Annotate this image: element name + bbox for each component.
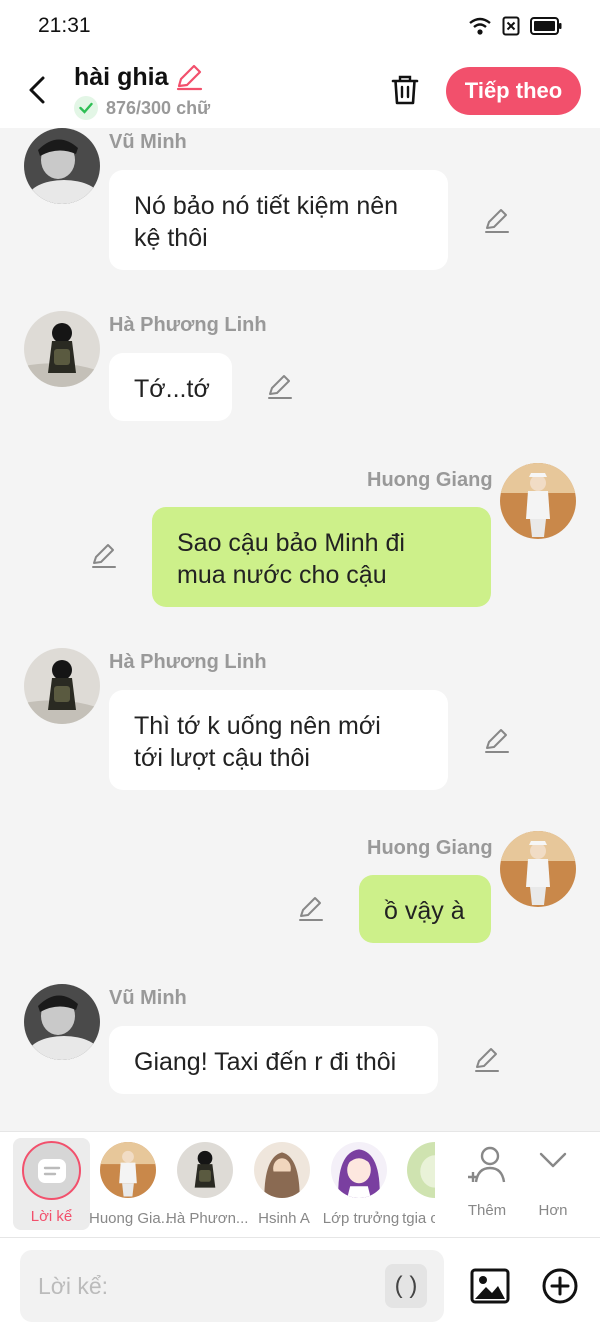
chevron-down-icon xyxy=(539,1152,567,1168)
add-character-button[interactable]: Thêm xyxy=(452,1132,522,1238)
character-label: Hsinh A xyxy=(258,1210,310,1227)
character-item[interactable]: Hsinh A xyxy=(249,1132,319,1238)
add-person-icon xyxy=(468,1146,506,1183)
message-line: Giang! Taxi đến r đi thôi xyxy=(134,1048,397,1076)
more-label: Hơn xyxy=(538,1202,568,1219)
character-label: Huong Gia... xyxy=(89,1210,174,1227)
character-avatar xyxy=(177,1142,233,1198)
character-label: Lớp trưởng xyxy=(322,1210,400,1227)
character-item[interactable]: Lớp trưởng xyxy=(320,1132,402,1238)
edit-message-icon[interactable] xyxy=(89,541,119,571)
parentheses-button[interactable]: ( ) xyxy=(385,1264,427,1308)
story-title: hài ghia xyxy=(74,62,169,91)
add-label: Thêm xyxy=(467,1202,507,1219)
title-block: hài ghia 876/300 chữ xyxy=(74,62,210,120)
sender-name: Hà Phương Linh xyxy=(109,314,267,336)
avatar-huong-giang[interactable] xyxy=(500,463,576,539)
narration-icon-wrap xyxy=(22,1141,81,1200)
status-time: 21:31 xyxy=(38,14,91,37)
character-avatar xyxy=(407,1142,435,1198)
status-icons xyxy=(468,16,562,36)
message-bubble[interactable]: Thì tớ k uống nên mới tới lượt cậu thôi xyxy=(109,690,448,790)
message-bubble[interactable]: Tớ...tớ xyxy=(109,353,232,421)
message-bubble[interactable]: ồ vậy à xyxy=(359,875,491,943)
avatar-vu-minh[interactable] xyxy=(24,984,100,1060)
message-line: ồ vậy à xyxy=(384,897,465,925)
character-bar: Lời kể Huong Gia... Hà Phươn... Hsinh A … xyxy=(0,1131,600,1237)
sender-name: Huong Giang xyxy=(367,469,493,491)
edit-title-icon[interactable] xyxy=(174,62,204,92)
edit-message-icon[interactable] xyxy=(296,894,326,924)
message-line: kệ thôi xyxy=(134,224,208,252)
message-line: tới lượt cậu thôi xyxy=(134,744,310,772)
chat-area[interactable]: Vũ Minh Nó bảo nó tiết kiệm nên kệ thôi … xyxy=(0,128,600,1131)
narration-input[interactable] xyxy=(38,1266,378,1306)
narration-icon xyxy=(37,1158,66,1183)
battery-icon xyxy=(530,17,562,35)
delete-button[interactable] xyxy=(385,70,425,110)
narration-label: Lời kể xyxy=(30,1208,73,1225)
message-line: Nó bảo nó tiết kiệm nên xyxy=(134,192,399,220)
character-label: Hà Phươn... xyxy=(166,1210,249,1227)
no-sim-icon xyxy=(502,16,520,36)
check-icon xyxy=(74,96,98,120)
message-bubble[interactable]: Sao cậu bảo Minh đi mua nước cho cậu xyxy=(152,507,491,607)
sender-name: Vũ Minh xyxy=(109,987,187,1009)
character-item[interactable]: Hà Phươn... xyxy=(166,1132,248,1238)
message-line: Sao cậu bảo Minh đi xyxy=(177,529,405,557)
character-avatar xyxy=(254,1142,310,1198)
message-line: Tớ...tớ xyxy=(134,375,210,403)
more-button[interactable]: Hơn xyxy=(522,1132,584,1238)
add-circle-icon[interactable] xyxy=(540,1266,580,1306)
character-item[interactable]: tgia c xyxy=(395,1132,435,1238)
sender-name: Hà Phương Linh xyxy=(109,651,267,673)
character-item[interactable]: Huong Gia... xyxy=(89,1132,173,1238)
character-avatar xyxy=(100,1142,156,1198)
header: hài ghia 876/300 chữ Tiếp theo xyxy=(0,54,600,128)
sender-name: Vũ Minh xyxy=(109,131,187,153)
sender-name: Huong Giang xyxy=(367,837,493,859)
wifi-icon xyxy=(469,17,491,35)
narration-button[interactable]: Lời kể xyxy=(13,1138,90,1230)
avatar-ha-phuong-linh[interactable] xyxy=(24,648,100,724)
avatar-vu-minh[interactable] xyxy=(24,128,100,204)
avatar-ha-phuong-linh[interactable] xyxy=(24,311,100,387)
word-count: 876/300 chữ xyxy=(106,97,211,118)
edit-message-icon[interactable] xyxy=(472,1045,502,1075)
input-bar: ( ) xyxy=(0,1237,600,1333)
message-line: Thì tớ k uống nên mới xyxy=(134,712,381,740)
status-bar: 21:31 xyxy=(0,0,600,54)
image-icon[interactable] xyxy=(470,1266,510,1306)
input-box: ( ) xyxy=(20,1250,444,1322)
edit-message-icon[interactable] xyxy=(482,206,512,236)
back-button[interactable] xyxy=(20,70,54,110)
message-bubble[interactable]: Nó bảo nó tiết kiệm nên kệ thôi xyxy=(109,170,448,270)
edit-message-icon[interactable] xyxy=(265,372,295,402)
chevron-left-icon xyxy=(29,76,45,104)
message-bubble[interactable]: Giang! Taxi đến r đi thôi xyxy=(109,1026,438,1094)
message-line: mua nước cho cậu xyxy=(177,561,387,589)
next-button[interactable]: Tiếp theo xyxy=(446,67,581,115)
trash-icon xyxy=(391,75,419,105)
character-label: tgia c xyxy=(402,1210,435,1227)
edit-message-icon[interactable] xyxy=(482,726,512,756)
character-avatar xyxy=(331,1142,387,1198)
avatar-huong-giang[interactable] xyxy=(500,831,576,907)
